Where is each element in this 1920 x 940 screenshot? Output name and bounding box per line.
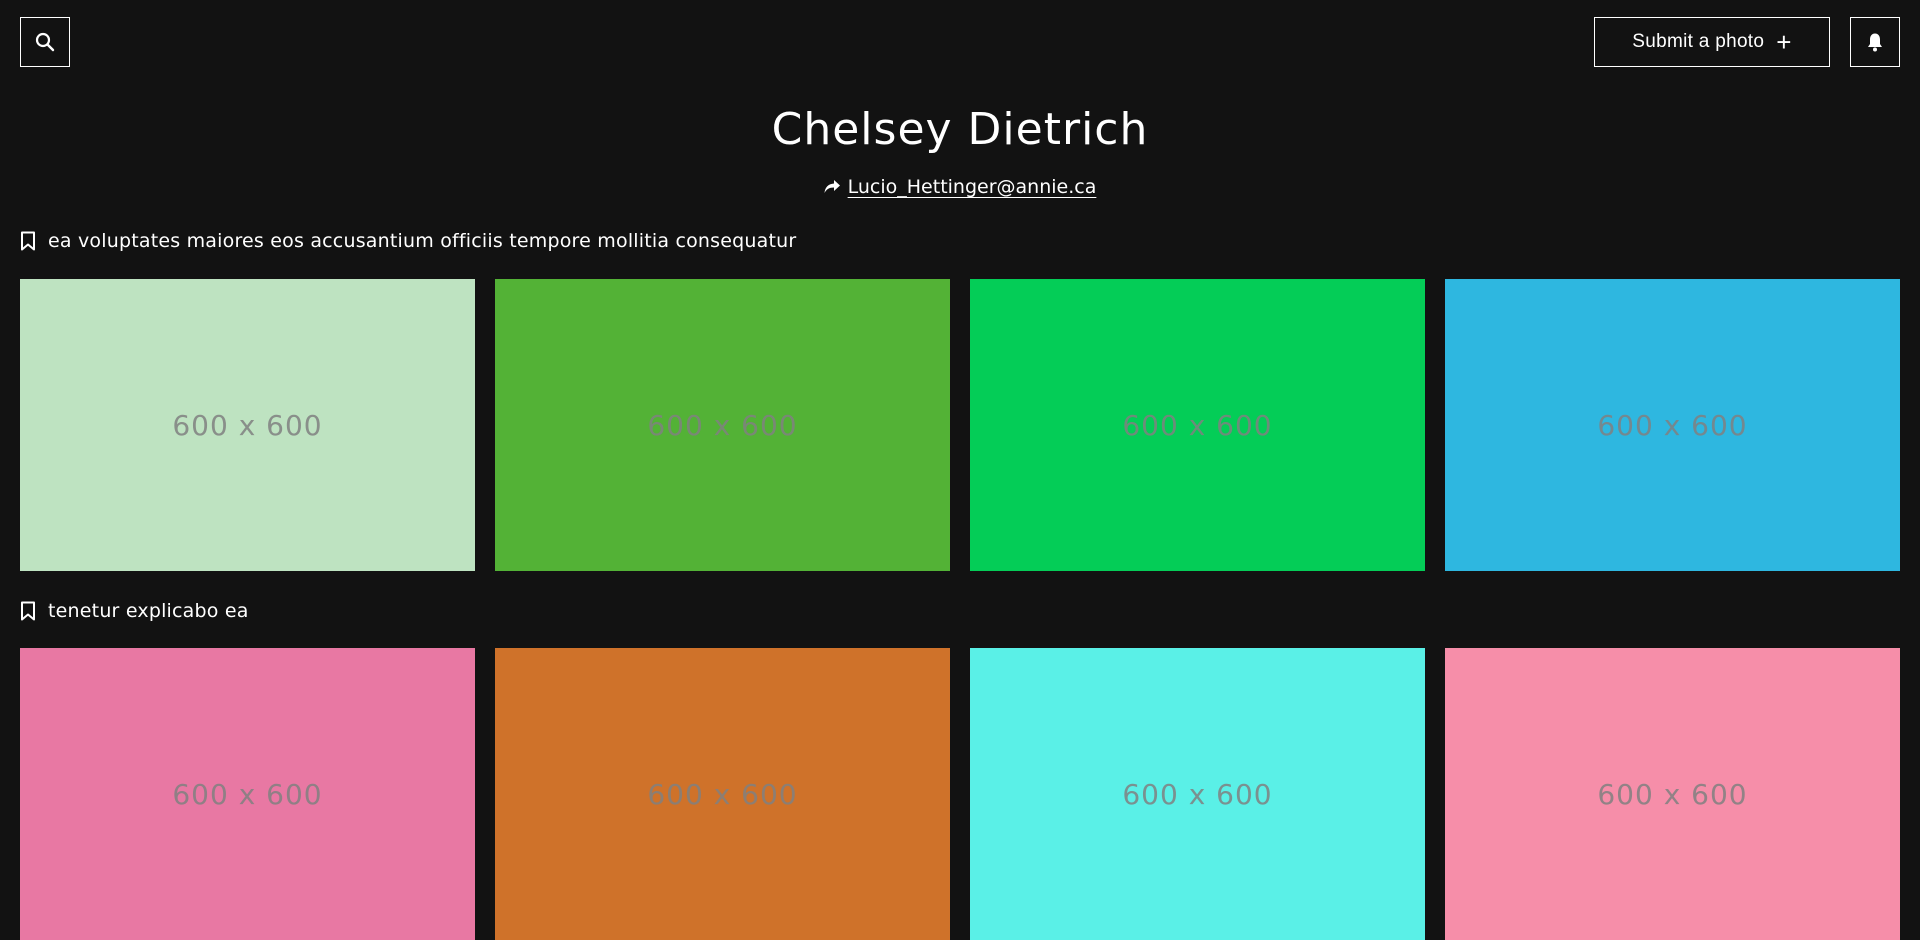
collection-title[interactable]: tenetur explicabo ea — [20, 600, 249, 622]
photo-placeholder-label: 600 x 600 — [647, 777, 798, 811]
photo-placeholder-label: 600 x 600 — [1597, 777, 1748, 811]
photo-tile[interactable]: 600 x 600 — [970, 279, 1425, 571]
bell-icon — [1868, 33, 1882, 52]
photo-tile[interactable]: 600 x 600 — [970, 648, 1425, 940]
collection-title[interactable]: ea voluptates maiores eos accusantium of… — [20, 230, 796, 252]
photo-placeholder-label: 600 x 600 — [172, 408, 323, 442]
search-button[interactable] — [20, 17, 70, 67]
photo-grid: 600 x 600 600 x 600 600 x 600 600 x 600 — [20, 648, 1900, 940]
photo-grid: 600 x 600 600 x 600 600 x 600 600 x 600 — [20, 279, 1900, 571]
plus-icon: + — [1776, 27, 1792, 57]
photo-placeholder-label: 600 x 600 — [647, 408, 798, 442]
photo-placeholder-label: 600 x 600 — [1597, 408, 1748, 442]
photo-tile[interactable]: 600 x 600 — [20, 279, 475, 571]
profile-email-link[interactable]: Lucio_Hettinger@annie.ca — [848, 176, 1097, 198]
photo-tile[interactable]: 600 x 600 — [20, 648, 475, 940]
photo-placeholder-label: 600 x 600 — [1122, 777, 1273, 811]
search-icon — [35, 32, 55, 52]
collection-title-text: ea voluptates maiores eos accusantium of… — [48, 230, 797, 252]
photo-tile[interactable]: 600 x 600 — [1445, 279, 1900, 571]
bookmark-icon — [21, 231, 35, 251]
photo-placeholder-label: 600 x 600 — [172, 777, 323, 811]
photo-tile[interactable]: 600 x 600 — [495, 648, 950, 940]
share-icon — [824, 180, 840, 193]
bookmark-icon — [21, 601, 35, 621]
submit-photo-label: Submit a photo — [1632, 31, 1765, 52]
photo-placeholder-label: 600 x 600 — [1122, 408, 1273, 442]
contact-row: Lucio_Hettinger@annie.ca — [0, 176, 1920, 198]
photo-tile[interactable]: 600 x 600 — [1445, 648, 1900, 940]
collection-title-text: tenetur explicabo ea — [48, 600, 249, 622]
photo-tile[interactable]: 600 x 600 — [495, 279, 950, 571]
notifications-button[interactable] — [1850, 17, 1900, 67]
top-bar: Submit a photo + — [0, 0, 1920, 84]
submit-photo-button[interactable]: Submit a photo + — [1594, 17, 1830, 67]
profile-name: Chelsey Dietrich — [771, 104, 1149, 155]
